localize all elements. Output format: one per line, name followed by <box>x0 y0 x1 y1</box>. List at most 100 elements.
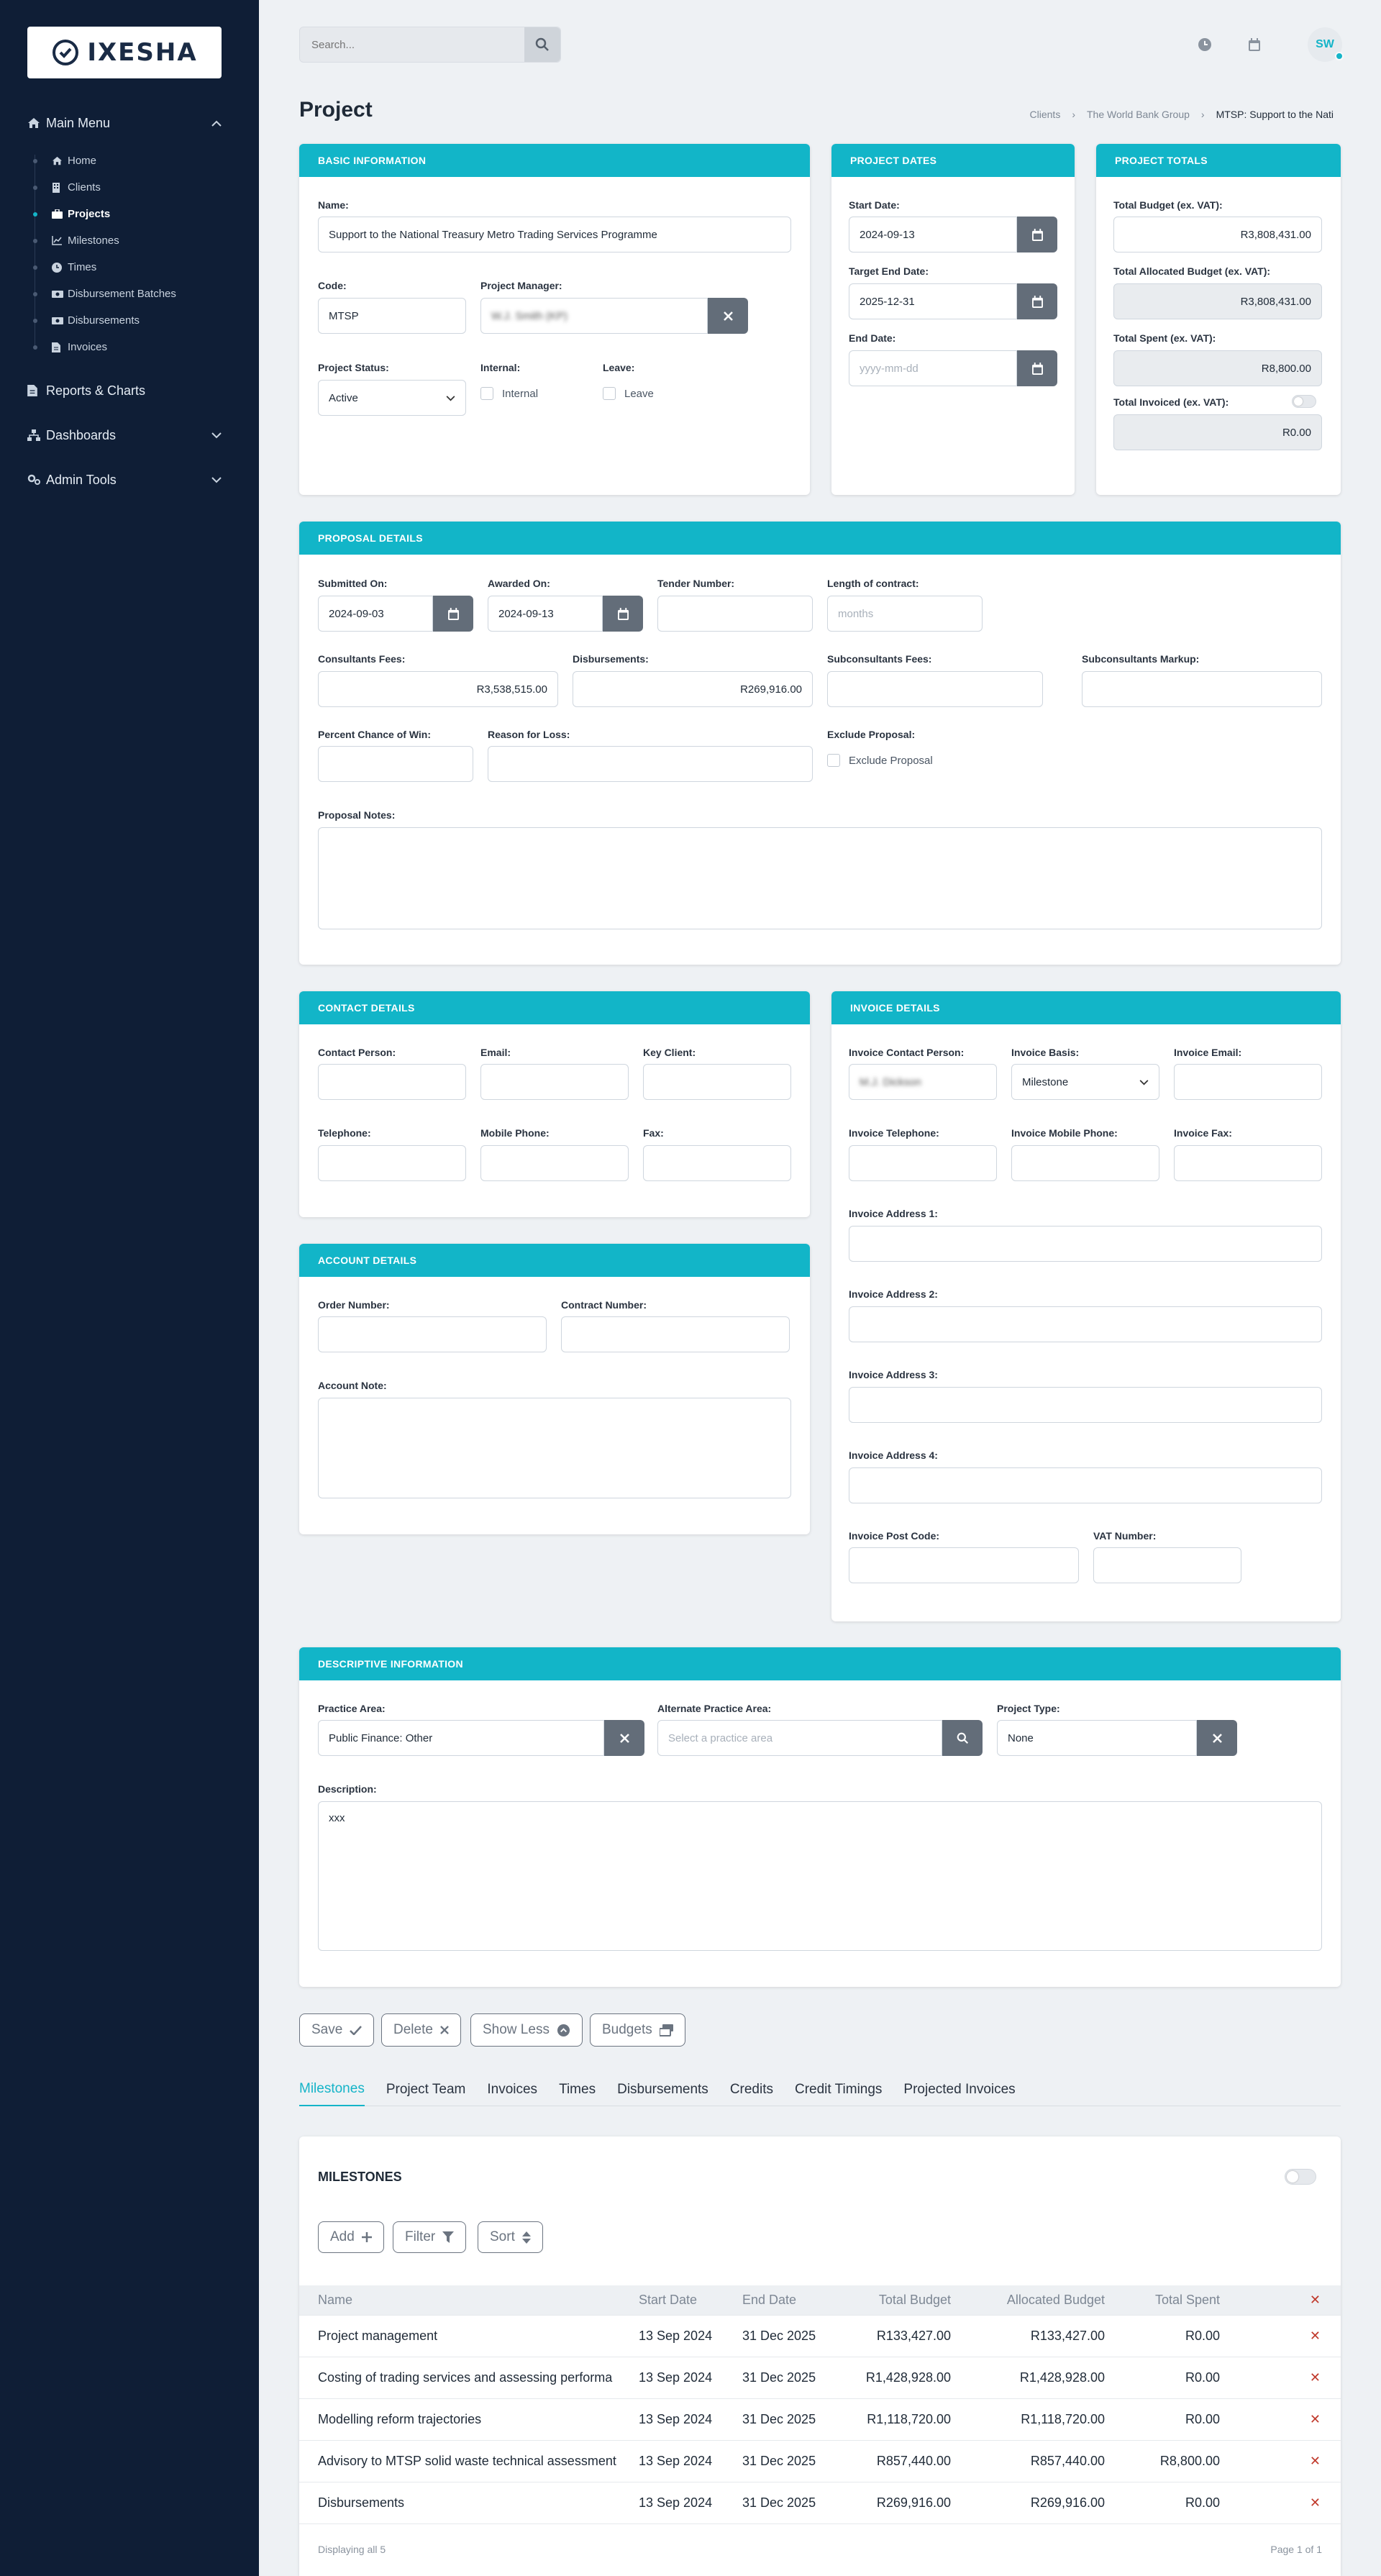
sort-button[interactable]: Sort <box>478 2221 543 2253</box>
delete-row-icon[interactable]: ✕ <box>1220 2495 1341 2511</box>
subconsultants-fees-field[interactable] <box>827 671 1043 707</box>
consultants-fees-field[interactable]: R3,538,515.00 <box>318 671 558 707</box>
tender-number-field[interactable] <box>657 596 813 632</box>
user-avatar[interactable]: SW <box>1308 27 1344 62</box>
disbursements-field[interactable]: R269,916.00 <box>573 671 813 707</box>
milestones-toggle[interactable] <box>1285 2169 1316 2185</box>
breadcrumb-item-clients[interactable]: Clients <box>1030 109 1061 120</box>
delete-row-icon[interactable]: ✕ <box>1220 2370 1341 2385</box>
sidebar-item-projects[interactable]: Projects <box>27 201 222 227</box>
subconsultants-markup-field[interactable] <box>1082 671 1322 707</box>
mobile-phone-field[interactable] <box>480 1145 629 1181</box>
tab-disbursements[interactable]: Disbursements <box>617 2073 708 2106</box>
end-date-picker-button[interactable] <box>1017 350 1057 386</box>
filter-button[interactable]: Filter <box>393 2221 467 2253</box>
sidebar-item-home[interactable]: Home <box>27 147 222 174</box>
target-end-date-picker-button[interactable] <box>1017 283 1057 319</box>
project-name-field[interactable]: Support to the National Treasury Metro T… <box>318 217 791 252</box>
order-number-field[interactable] <box>318 1316 547 1352</box>
close-icon[interactable]: ✕ <box>1220 2293 1341 2308</box>
project-manager-field[interactable]: W.J. Smith (KP) <box>480 298 708 334</box>
save-button[interactable]: Save <box>299 2013 375 2047</box>
email-field[interactable] <box>480 1064 629 1100</box>
awarded-on-picker-button[interactable] <box>603 596 643 632</box>
nav-admin-tools[interactable]: Admin Tools <box>27 465 222 494</box>
sidebar-item-times[interactable]: Times <box>27 254 222 281</box>
invoice-address-2-field[interactable] <box>849 1306 1322 1342</box>
vat-number-field[interactable] <box>1093 1547 1241 1583</box>
invoice-contact-person-field[interactable]: M.J. Dickson <box>849 1064 997 1100</box>
end-date-field[interactable]: yyyy-mm-dd <box>849 350 1017 386</box>
column-header-allocated-budget[interactable]: Allocated Budget <box>951 2293 1105 2308</box>
search-practice-area-button[interactable] <box>942 1720 983 1756</box>
tab-times[interactable]: Times <box>559 2073 596 2106</box>
clear-project-type-button[interactable] <box>1197 1720 1237 1756</box>
telephone-field[interactable] <box>318 1145 466 1181</box>
proposal-notes-textarea[interactable] <box>318 827 1322 929</box>
nav-main-menu[interactable]: Main Menu <box>27 109 222 137</box>
invoice-telephone-field[interactable] <box>849 1145 997 1181</box>
column-header-total-budget[interactable]: Total Budget <box>836 2293 951 2308</box>
tab-project-team[interactable]: Project Team <box>386 2073 466 2106</box>
column-header-end-date[interactable]: End Date <box>735 2293 836 2308</box>
length-of-contract-field[interactable]: months <box>827 596 983 632</box>
target-end-date-field[interactable]: 2025-12-31 <box>849 283 1017 319</box>
contract-number-field[interactable] <box>561 1316 790 1352</box>
tab-milestones[interactable]: Milestones <box>299 2073 365 2106</box>
calendar-button[interactable] <box>1239 29 1270 60</box>
column-header-total-spent[interactable]: Total Spent <box>1105 2293 1220 2308</box>
table-row[interactable]: Advisory to MTSP solid waste technical a… <box>299 2441 1341 2482</box>
leave-checkbox[interactable]: Leave <box>603 387 654 400</box>
invoice-address-3-field[interactable] <box>849 1387 1322 1423</box>
start-date-picker-button[interactable] <box>1017 217 1057 252</box>
practice-area-field[interactable]: Public Finance: Other <box>318 1720 604 1756</box>
nav-dashboards[interactable]: Dashboards <box>27 421 222 450</box>
table-row[interactable]: Disbursements 13 Sep 2024 31 Dec 2025 R2… <box>299 2482 1341 2524</box>
project-code-field[interactable]: MTSP <box>318 298 466 334</box>
invoiced-toggle[interactable] <box>1292 395 1316 408</box>
budgets-button[interactable]: Budgets <box>590 2013 685 2047</box>
tab-credit-timings[interactable]: Credit Timings <box>795 2073 882 2106</box>
brand-logo[interactable]: IXESHA <box>27 27 222 78</box>
invoice-basis-select[interactable]: Milestone <box>1011 1064 1159 1100</box>
contact-person-field[interactable] <box>318 1064 466 1100</box>
key-client-field[interactable] <box>643 1064 791 1100</box>
sidebar-item-disbursement-batches[interactable]: Disbursement Batches <box>27 281 222 307</box>
search-input[interactable] <box>300 27 524 62</box>
percent-chance-field[interactable] <box>318 746 473 782</box>
table-row[interactable]: Costing of trading services and assessin… <box>299 2357 1341 2399</box>
sidebar-item-invoices[interactable]: Invoices <box>27 334 222 360</box>
delete-button[interactable]: Delete <box>381 2013 461 2047</box>
tab-credits[interactable]: Credits <box>730 2073 773 2106</box>
column-header-name[interactable]: Name <box>299 2293 620 2308</box>
sidebar-item-disbursements[interactable]: Disbursements <box>27 307 222 334</box>
show-less-button[interactable]: Show Less <box>470 2013 583 2047</box>
delete-row-icon[interactable]: ✕ <box>1220 2329 1341 2344</box>
total-budget-field[interactable]: R3,808,431.00 <box>1113 217 1322 252</box>
project-type-field[interactable]: None <box>997 1720 1197 1756</box>
invoice-fax-field[interactable] <box>1174 1145 1322 1181</box>
submitted-on-field[interactable]: 2024-09-03 <box>318 596 433 632</box>
invoice-email-field[interactable] <box>1174 1064 1322 1100</box>
add-milestone-button[interactable]: Add <box>318 2221 384 2253</box>
table-row[interactable]: Modelling reform trajectories 13 Sep 202… <box>299 2399 1341 2441</box>
invoice-mobile-phone-field[interactable] <box>1011 1145 1159 1181</box>
timer-button[interactable] <box>1189 29 1221 60</box>
project-status-select[interactable]: Active <box>318 380 466 416</box>
search-button[interactable] <box>524 27 560 62</box>
invoice-post-code-field[interactable] <box>849 1547 1079 1583</box>
account-note-textarea[interactable] <box>318 1398 791 1498</box>
alternate-practice-area-field[interactable]: Select a practice area <box>657 1720 942 1756</box>
reason-for-loss-field[interactable] <box>488 746 813 782</box>
sidebar-item-clients[interactable]: Clients <box>27 174 222 201</box>
clear-practice-area-button[interactable] <box>604 1720 644 1756</box>
tab-projected-invoices[interactable]: Projected Invoices <box>903 2073 1015 2106</box>
delete-row-icon[interactable]: ✕ <box>1220 2454 1341 2469</box>
submitted-on-picker-button[interactable] <box>433 596 473 632</box>
internal-checkbox[interactable]: Internal <box>480 387 538 400</box>
invoice-address-4-field[interactable] <box>849 1467 1322 1503</box>
clear-project-manager-button[interactable] <box>708 298 748 334</box>
breadcrumb-item-client[interactable]: The World Bank Group <box>1087 109 1190 120</box>
sidebar-item-milestones[interactable]: Milestones <box>27 227 222 254</box>
table-row[interactable]: Project management 13 Sep 2024 31 Dec 20… <box>299 2316 1341 2357</box>
